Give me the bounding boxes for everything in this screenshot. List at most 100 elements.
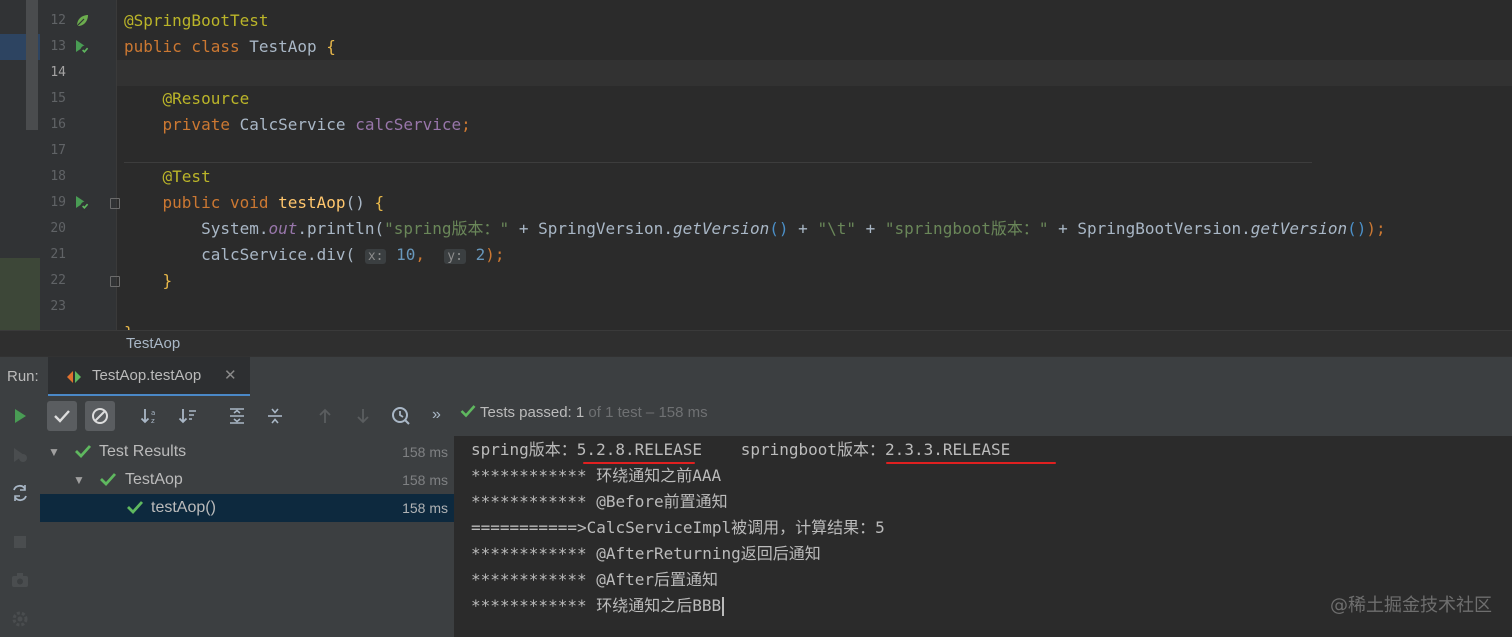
code-token: .println(	[297, 219, 385, 238]
test-config-icon	[67, 371, 81, 383]
line-number: 17	[50, 143, 66, 158]
line-number: 19	[50, 195, 66, 210]
settings-icon[interactable]	[9, 608, 31, 630]
code-token: getVersion	[672, 219, 770, 238]
code-token: private	[124, 115, 240, 134]
show-ignored-button[interactable]	[85, 401, 115, 431]
expand-arrow-icon[interactable]: ▼	[48, 438, 60, 466]
rerun-icon[interactable]	[9, 405, 31, 427]
checkmark-icon	[54, 410, 70, 423]
tree-item-duration: 158 ms	[402, 500, 448, 516]
collapse-all-icon	[268, 408, 282, 424]
tree-row-test-results[interactable]: ▼ Test Results 158 ms	[40, 438, 454, 466]
expand-all-button[interactable]	[222, 401, 252, 431]
next-failed-button[interactable]	[348, 401, 378, 431]
previous-failed-button[interactable]	[310, 401, 340, 431]
code-token: ,	[415, 245, 445, 264]
gutter-line: 12	[40, 8, 116, 34]
code-token: +	[788, 219, 818, 238]
tree-item-label: testAop()	[151, 499, 216, 516]
gutter-line: 14	[40, 60, 116, 86]
passed-check-icon	[75, 445, 92, 459]
toggle-auto-test-icon[interactable]	[9, 482, 31, 504]
run-label: Run:	[7, 368, 39, 385]
stop-icon[interactable]	[9, 531, 31, 553]
line-number: 15	[50, 91, 66, 106]
expand-arrow-icon[interactable]: ▼	[73, 466, 85, 494]
fold-marker-icon[interactable]	[110, 198, 120, 209]
code-line[interactable]: }	[124, 320, 134, 330]
console-line: ************ 环绕通知之后BBB	[471, 593, 725, 619]
code-token: + SpringVersion.	[509, 219, 673, 238]
show-passed-button[interactable]	[47, 401, 77, 431]
test-history-button[interactable]	[386, 401, 416, 431]
red-underline-annotation	[886, 462, 1056, 464]
watermark: @稀土掘金技术社区	[1330, 595, 1492, 616]
run-tool-window-header: Run: TestAop.testAop ✕	[0, 356, 1512, 398]
spring-leaf-icon	[76, 15, 88, 27]
tab-testaop-testaop[interactable]: TestAop.testAop ✕	[48, 357, 250, 397]
line-number: 20	[50, 221, 66, 236]
sort-by-duration-button[interactable]	[173, 401, 203, 431]
code-token: TestAop	[249, 37, 327, 56]
code-line[interactable]: System.out.println("spring版本：" + SpringV…	[124, 216, 1386, 242]
ignored-icon	[92, 408, 108, 424]
editor-gutter: 12 13 14 15 16 17 18 19 20 21 22 23	[40, 0, 120, 330]
run-test-icon[interactable]	[74, 39, 90, 55]
tests-detail-text: of 1 test – 158 ms	[584, 404, 708, 421]
code-area[interactable]: @SpringBootTest public class TestAop { @R…	[124, 0, 1512, 330]
tree-row-testaop-method[interactable]: testAop() 158 ms	[40, 494, 454, 522]
code-token: {	[326, 37, 336, 56]
code-token: testAop	[278, 193, 346, 212]
arrow-up-icon	[319, 408, 331, 423]
code-token: }	[124, 271, 173, 290]
code-line[interactable]: @Resource	[124, 86, 250, 112]
history-clock-icon	[392, 407, 410, 425]
close-icon[interactable]: ✕	[224, 357, 237, 395]
svg-text:z: z	[151, 417, 155, 425]
code-line[interactable]: public void testAop() {	[124, 190, 385, 216]
code-token: ()	[345, 193, 375, 212]
camera-icon[interactable]	[9, 569, 31, 591]
text-caret	[722, 597, 725, 616]
tree-row-testaop[interactable]: ▼ TestAop 158 ms	[40, 466, 454, 494]
code-token: );	[485, 245, 505, 264]
console-line: ************ @Before前置通知	[471, 492, 728, 511]
more-actions-icon[interactable]: »	[432, 396, 441, 434]
line-number: 12	[50, 13, 66, 28]
run-test-icon[interactable]	[74, 195, 90, 211]
code-token: {	[374, 193, 385, 212]
tab-label: TestAop.testAop	[92, 367, 202, 384]
code-token: + SpringBootVersion.	[1048, 219, 1251, 238]
code-token: System.	[124, 219, 269, 238]
code-line[interactable]: public class TestAop {	[124, 34, 336, 60]
code-token: calcService.div(	[124, 245, 365, 264]
fold-marker-icon[interactable]	[110, 276, 120, 287]
console-line: spring版本：5.2.8.RELEASE springboot版本：2.3.…	[471, 440, 1011, 459]
test-results-tree[interactable]: ▼ Test Results 158 ms ▼ TestAop 158 ms t…	[40, 436, 455, 637]
console-line: ===========>CalcServiceImpl被调用，计算结果：5	[471, 518, 885, 537]
passed-check-icon	[127, 501, 144, 515]
code-token: @Test	[124, 167, 211, 186]
code-line[interactable]: private CalcService calcService;	[124, 112, 471, 138]
breadcrumb[interactable]: TestAop	[0, 330, 1512, 357]
console-line-text: ************ 环绕通知之后BBB	[471, 596, 722, 615]
code-editor[interactable]: 12 13 14 15 16 17 18 19 20 21 22 23 @Spr…	[0, 0, 1512, 330]
code-line[interactable]: }	[124, 268, 173, 294]
test-runner-toolbar: az » Tests passed: 1 of 1 test – 158 ms	[40, 396, 1512, 436]
gutter-line: 17	[40, 138, 116, 164]
breadcrumb-class[interactable]: TestAop	[126, 331, 180, 357]
sort-alphabetically-button[interactable]: az	[135, 401, 165, 431]
gutter-line: 16	[40, 112, 116, 138]
code-token: CalcService	[239, 115, 356, 134]
code-line[interactable]: @Test	[124, 164, 211, 190]
collapse-all-button[interactable]	[260, 401, 290, 431]
line-number: 14	[50, 65, 66, 80]
code-token: calcService	[355, 115, 462, 134]
code-token: ;	[461, 115, 471, 134]
line-number: 18	[50, 169, 66, 184]
code-line[interactable]: @SpringBootTest	[124, 8, 269, 34]
rerun-failed-icon[interactable]	[9, 444, 31, 466]
code-token: public class	[124, 37, 250, 56]
code-line[interactable]: calcService.div( x: 10, y: 2);	[124, 242, 504, 268]
